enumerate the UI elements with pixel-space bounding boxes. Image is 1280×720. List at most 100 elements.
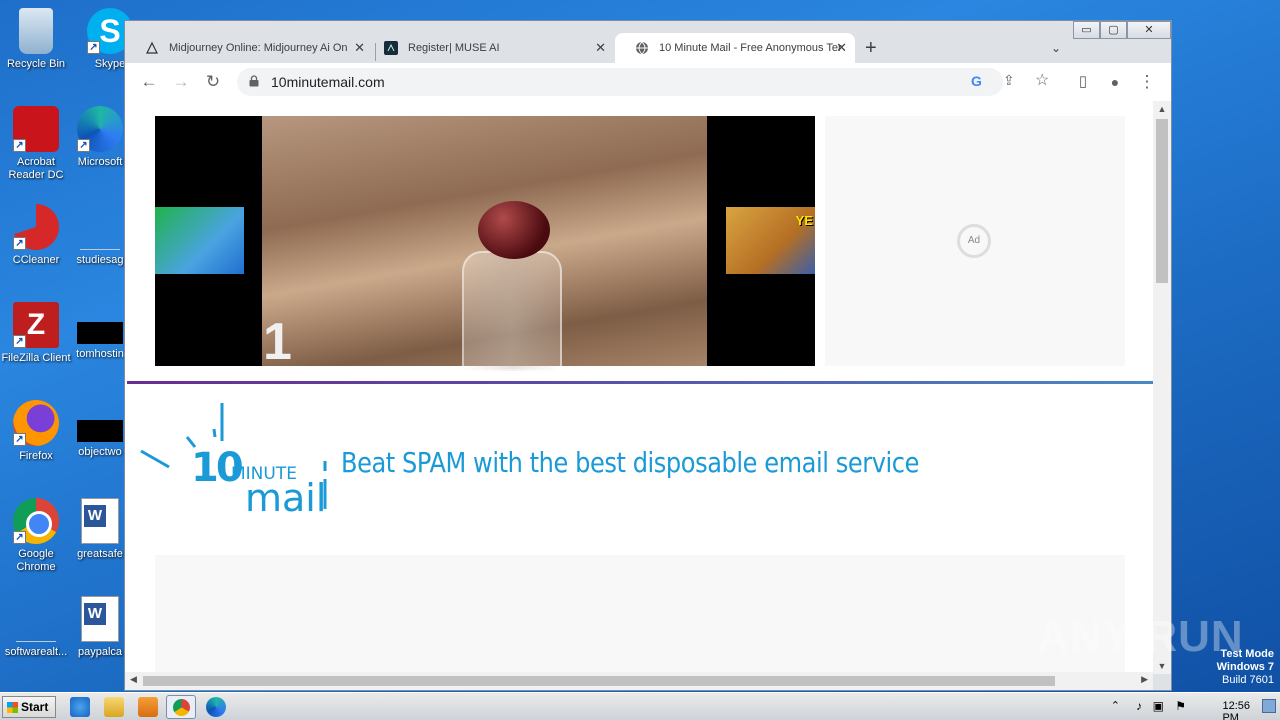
- file-icon: [80, 204, 120, 250]
- desktop-icon-firefox[interactable]: ↗ Firefox: [0, 400, 72, 463]
- volume-icon[interactable]: ♪: [1136, 699, 1142, 713]
- ad-loading-spinner: Ad: [957, 224, 991, 258]
- scroll-up-icon[interactable]: ▲: [1153, 104, 1171, 114]
- desktop-icon-label: objectwo: [78, 446, 122, 458]
- cherry-image: [478, 201, 550, 259]
- desktop-icon-filezilla[interactable]: Z ↗ FileZilla Client: [0, 302, 72, 365]
- file-explorer-icon[interactable]: [104, 697, 124, 717]
- word-document-icon: [81, 498, 119, 544]
- horizontal-scrollbar[interactable]: ◀ ▶: [125, 672, 1153, 690]
- firefox-icon: ↗: [13, 400, 59, 446]
- profile-avatar-icon[interactable]: ●: [1103, 71, 1127, 93]
- scroll-left-icon[interactable]: ◀: [130, 674, 137, 685]
- tab-title: Midjourney Online: Midjourney Ai On: [169, 42, 348, 54]
- desktop-icon-acrobat[interactable]: ↗ Acrobat Reader DC: [0, 106, 72, 182]
- side-panel-icon[interactable]: ▯: [1071, 71, 1095, 93]
- desktop-icon-label: Google Chrome: [16, 548, 56, 573]
- desktop-icon-label: Microsoft: [77, 156, 123, 168]
- desktop-icon-label: CCleaner: [12, 254, 60, 266]
- share-icon[interactable]: ⇪: [1003, 72, 1015, 89]
- video-ad-player[interactable]: 1 YE: [155, 116, 815, 371]
- shortcut-arrow-icon: ↗: [13, 237, 26, 250]
- browser-menu-icon[interactable]: ⋮: [1135, 71, 1159, 93]
- browser-toolbar: ← → ↻ 10minutemail.com G ⇪ ☆ ▯ ● ⋮: [125, 63, 1171, 101]
- desktop-icon-label: studiesag: [76, 254, 124, 266]
- word-document-icon: [81, 596, 119, 642]
- acrobat-icon: ↗: [13, 106, 59, 152]
- internet-explorer-icon[interactable]: [70, 697, 90, 717]
- tab-muse-ai[interactable]: Register| MUSE AI ✕: [364, 33, 614, 63]
- bookmark-star-icon[interactable]: ☆: [1035, 70, 1049, 90]
- action-center-flag-icon[interactable]: ⚑: [1175, 699, 1186, 713]
- logo-mail: mail: [245, 476, 326, 516]
- shortcut-arrow-icon: ↗: [13, 335, 26, 348]
- chrome-taskbar-button[interactable]: [166, 695, 196, 719]
- close-tab-icon[interactable]: ✕: [595, 33, 606, 63]
- horizontal-scroll-thumb[interactable]: [143, 676, 1055, 686]
- tab-title: Register| MUSE AI: [408, 42, 500, 54]
- chrome-icon: ↗: [13, 498, 59, 544]
- shortcut-arrow-icon: ↗: [13, 139, 26, 152]
- vertical-scroll-thumb[interactable]: [1156, 119, 1168, 283]
- address-bar[interactable]: 10minutemail.com G ⇪ ☆: [237, 68, 1049, 96]
- chrome-icon: [173, 699, 190, 716]
- filezilla-icon: Z ↗: [13, 302, 59, 348]
- desktop-icon-recycle-bin[interactable]: Recycle Bin: [0, 8, 72, 71]
- browser-window: ▭ ▢ ✕ Midjourney Online: Midjourney Ai O…: [124, 20, 1172, 691]
- google-lens-icon[interactable]: G: [971, 73, 982, 89]
- shortcut-arrow-icon: ↗: [77, 139, 90, 152]
- desktop-icon-ccleaner[interactable]: ↗ CCleaner: [0, 204, 72, 267]
- system-clock[interactable]: 12:56 PM: [1222, 700, 1250, 720]
- tab-title: 10 Minute Mail - Free Anonymous Ter: [659, 42, 842, 54]
- video-thumbnail-left[interactable]: [155, 207, 244, 274]
- 10minutemail-logo[interactable]: 10 MINUTE mail: [139, 401, 329, 516]
- tab-search-icon[interactable]: ⌄: [1051, 41, 1061, 55]
- page-tagline: Beat SPAM with the best disposable email…: [341, 446, 919, 479]
- new-tab-button[interactable]: +: [865, 37, 877, 60]
- sailboat-icon: [146, 41, 158, 54]
- vertical-scrollbar[interactable]: ▲ ▼: [1153, 101, 1171, 674]
- start-button[interactable]: Start: [2, 696, 56, 718]
- thumbnail-text: YE: [795, 213, 813, 228]
- desktop-icon-label: FileZilla Client: [1, 352, 71, 364]
- video-frame: [262, 116, 707, 371]
- page-viewport: 1 YE Ad 10 MINUTE mail Beat SPAM with th…: [125, 101, 1153, 674]
- header-divider: [127, 381, 1153, 384]
- forward-button[interactable]: →: [169, 71, 193, 93]
- video-number: 1: [263, 313, 292, 371]
- desktop-icon-label: Acrobat Reader DC: [8, 156, 64, 181]
- edge-icon[interactable]: [206, 697, 226, 717]
- email-content-area: [155, 555, 1125, 674]
- close-tab-icon[interactable]: ✕: [836, 33, 847, 63]
- ad-container[interactable]: Ad: [825, 116, 1125, 366]
- tab-10minutemail[interactable]: 10 Minute Mail - Free Anonymous Ter ✕: [615, 33, 855, 63]
- video-thumbnail-right[interactable]: YE: [726, 207, 815, 274]
- desktop-icon-label: tomhostin: [76, 348, 124, 360]
- tray-arrow-icon[interactable]: ⌃: [1111, 699, 1120, 712]
- desktop-icon-label: Skype: [94, 58, 126, 70]
- scroll-right-icon[interactable]: ▶: [1141, 674, 1148, 685]
- reload-button[interactable]: ↻: [201, 71, 225, 93]
- shortcut-arrow-icon: ↗: [13, 531, 26, 544]
- show-desktop-icon[interactable]: [1262, 699, 1276, 713]
- url-text[interactable]: 10minutemail.com: [271, 68, 385, 96]
- desktop-icon-label: greatsafe: [77, 548, 123, 560]
- desktop-icon-chrome[interactable]: ↗ Google Chrome: [0, 498, 72, 574]
- back-button[interactable]: ←: [137, 71, 161, 93]
- scroll-down-icon[interactable]: ▼: [1153, 661, 1171, 671]
- os-label: Windows 7: [1216, 661, 1274, 673]
- file-icon: [16, 596, 56, 642]
- desktop-icon-label: paypalca: [77, 646, 123, 658]
- tab-midjourney[interactable]: Midjourney Online: Midjourney Ai On ✕: [125, 33, 373, 63]
- desktop-icon-label: softwarealt...: [4, 646, 68, 658]
- file-icon: [77, 420, 123, 442]
- taskbar: Start ⌃ ♪ ▣ ⚑ 12:56 PM: [0, 692, 1280, 720]
- desktop-icon-softwarealt[interactable]: softwarealt...: [0, 596, 72, 659]
- media-player-icon[interactable]: [138, 697, 158, 717]
- build-label: Build 7601: [1222, 674, 1274, 686]
- lock-icon[interactable]: [249, 75, 259, 87]
- network-icon[interactable]: ▣: [1153, 699, 1164, 713]
- desktop-icon-label: Recycle Bin: [6, 58, 66, 70]
- shortcut-arrow-icon: ↗: [13, 433, 26, 446]
- desktop-icon-label: Firefox: [19, 450, 53, 462]
